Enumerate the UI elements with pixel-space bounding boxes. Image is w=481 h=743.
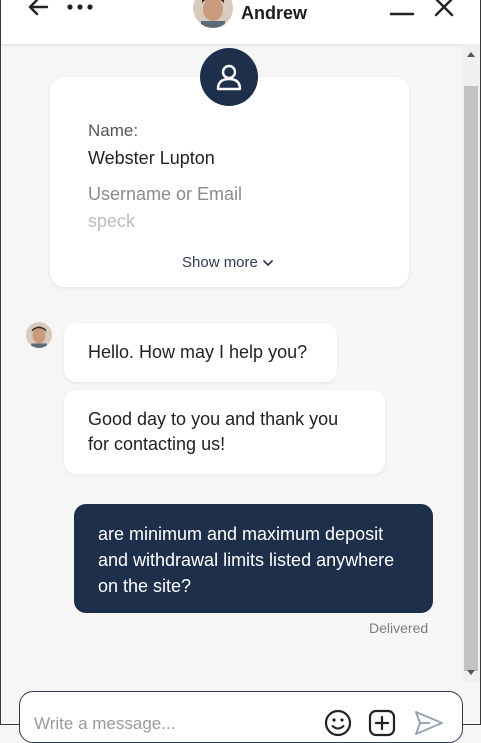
user-message-bubble: are minimum and maximum deposit and with… xyxy=(74,504,433,613)
emoji-button[interactable] xyxy=(324,709,352,737)
visitor-info-card: Name: Webster Lupton Username or Email s… xyxy=(50,77,409,287)
scroll-down-icon[interactable] xyxy=(462,669,480,679)
close-icon xyxy=(434,0,454,17)
chevron-down-icon xyxy=(262,259,273,266)
user-icon xyxy=(216,64,242,91)
more-options-button[interactable] xyxy=(65,0,95,22)
visitor-profile-icon xyxy=(200,48,258,106)
scroll-up-icon[interactable] xyxy=(462,50,480,60)
more-dots-icon xyxy=(67,4,93,10)
back-button[interactable] xyxy=(23,0,53,22)
agent-info: Andrew xyxy=(193,0,307,28)
send-button[interactable] xyxy=(414,709,443,737)
message-text: Good day to you and thank you for contac… xyxy=(88,409,339,454)
back-arrow-icon xyxy=(28,0,49,16)
emoji-icon xyxy=(324,709,352,737)
username-label: Username or Email xyxy=(88,184,243,204)
username-value: speck xyxy=(88,211,136,231)
agent-name: Andrew xyxy=(241,2,308,23)
message-input[interactable]: Write a message... xyxy=(34,714,175,734)
minimize-button[interactable] xyxy=(387,0,417,22)
message-text: are minimum and maximum deposit and with… xyxy=(98,524,395,596)
agent-message-avatar xyxy=(26,322,52,348)
show-more-label: Show more xyxy=(182,254,258,271)
delivery-status: Delivered xyxy=(369,620,429,636)
message-text: Hello. How may I help you? xyxy=(88,342,308,362)
attach-button[interactable] xyxy=(368,709,396,737)
agent-message-bubble: Good day to you and thank you for contac… xyxy=(64,390,385,474)
name-value: Webster Lupton xyxy=(88,148,215,168)
minimize-icon xyxy=(389,12,415,16)
chat-header: Andrew xyxy=(1,0,480,44)
scrollbar-thumb[interactable] xyxy=(464,86,478,671)
chat-scrollbar[interactable] xyxy=(462,44,480,683)
agent-message-bubble: Hello. How may I help you? xyxy=(64,323,337,382)
send-icon xyxy=(415,711,443,735)
name-label: Name: xyxy=(88,121,139,140)
attach-icon xyxy=(368,709,396,737)
close-button[interactable] xyxy=(429,0,459,22)
message-composer[interactable]: Write a message... xyxy=(19,691,463,743)
agent-avatar xyxy=(193,0,233,28)
show-more-button[interactable]: Show more xyxy=(182,254,274,271)
